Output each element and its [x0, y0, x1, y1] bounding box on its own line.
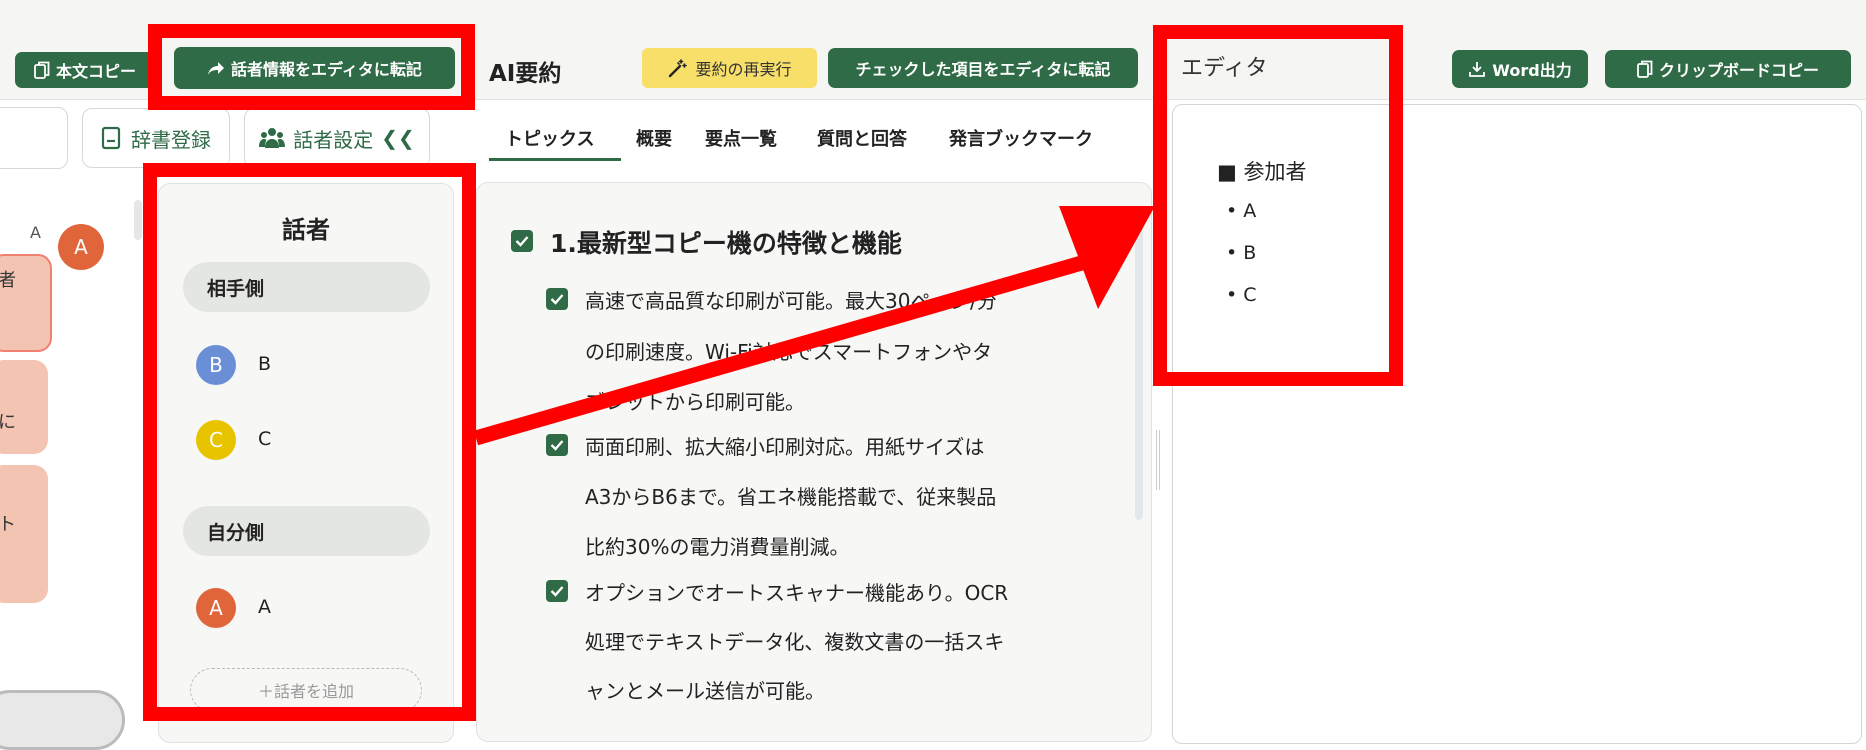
annotation-arrow: [473, 206, 1155, 446]
